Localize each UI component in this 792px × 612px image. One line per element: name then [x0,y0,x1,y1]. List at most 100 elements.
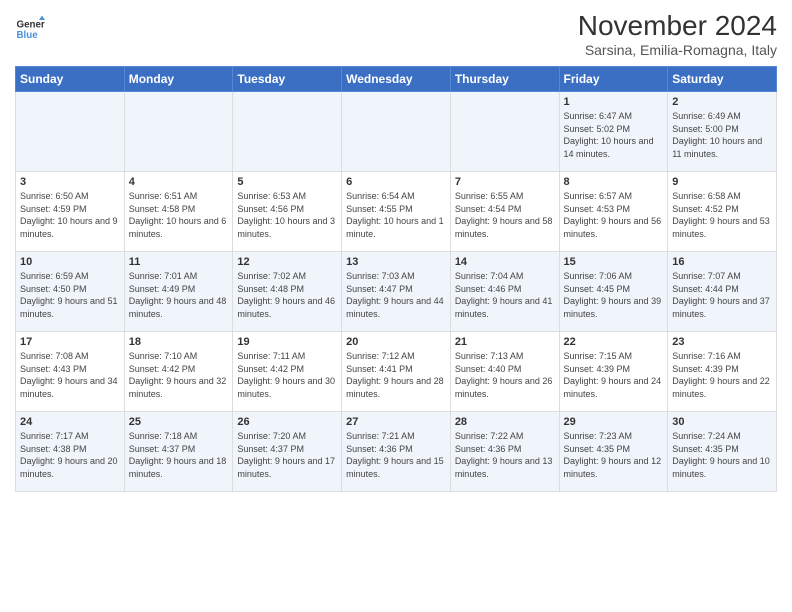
cell-4-2: 26 Sunrise: 7:20 AM Sunset: 4:37 PM Dayli… [233,412,342,492]
day-number-11: 11 [129,256,229,268]
cell-1-2: 5 Sunrise: 6:53 AM Sunset: 4:56 PM Daylig… [233,172,342,252]
day-info-5: Sunrise: 6:53 AM Sunset: 4:56 PM Dayligh… [237,190,337,240]
cell-0-2 [233,92,342,172]
cell-4-0: 24 Sunrise: 7:17 AM Sunset: 4:38 PM Dayli… [16,412,125,492]
cell-2-2: 12 Sunrise: 7:02 AM Sunset: 4:48 PM Dayli… [233,252,342,332]
week-row-4: 24 Sunrise: 7:17 AM Sunset: 4:38 PM Dayli… [16,412,777,492]
day-number-9: 9 [672,176,772,188]
day-info-13: Sunrise: 7:03 AM Sunset: 4:47 PM Dayligh… [346,270,446,320]
day-info-22: Sunrise: 7:15 AM Sunset: 4:39 PM Dayligh… [564,350,664,400]
cell-4-3: 27Sunrise: 7:21 AM Sunset: 4:36 PM Dayli… [342,412,451,492]
day-number-29: 29 [564,416,664,428]
header-thursday: Thursday [450,67,559,92]
day-info-7: Sunrise: 6:55 AM Sunset: 4:54 PM Dayligh… [455,190,555,240]
week-row-0: 1Sunrise: 6:47 AM Sunset: 5:02 PM Daylig… [16,92,777,172]
cell-0-3 [342,92,451,172]
day-number-4: 4 [129,176,229,188]
day-info-6: Sunrise: 6:54 AM Sunset: 4:55 PM Dayligh… [346,190,446,240]
cell-2-3: 13Sunrise: 7:03 AM Sunset: 4:47 PM Dayli… [342,252,451,332]
cell-0-5: 1Sunrise: 6:47 AM Sunset: 5:02 PM Daylig… [559,92,668,172]
day-info-9: Sunrise: 6:58 AM Sunset: 4:52 PM Dayligh… [672,190,772,240]
day-number-16: 16 [672,256,772,268]
cell-3-0: 17 Sunrise: 7:08 AM Sunset: 4:43 PM Dayli… [16,332,125,412]
header-friday: Friday [559,67,668,92]
header-monday: Monday [124,67,233,92]
calendar-body: 1Sunrise: 6:47 AM Sunset: 5:02 PM Daylig… [16,92,777,492]
day-number-30: 30 [672,416,772,428]
day-info-1: Sunrise: 6:47 AM Sunset: 5:02 PM Dayligh… [564,110,664,160]
day-info-30: Sunrise: 7:24 AM Sunset: 4:35 PM Dayligh… [672,430,772,480]
cell-1-5: 8 Sunrise: 6:57 AM Sunset: 4:53 PM Daylig… [559,172,668,252]
day-info-17: Sunrise: 7:08 AM Sunset: 4:43 PM Dayligh… [20,350,120,400]
cell-2-1: 11 Sunrise: 7:01 AM Sunset: 4:49 PM Dayli… [124,252,233,332]
cell-3-5: 22Sunrise: 7:15 AM Sunset: 4:39 PM Dayli… [559,332,668,412]
page-container: General Blue November 2024 Sarsina, Emil… [0,0,792,502]
cell-0-6: 2 Sunrise: 6:49 AM Sunset: 5:00 PM Daylig… [668,92,777,172]
cell-0-1 [124,92,233,172]
day-number-12: 12 [237,256,337,268]
day-info-18: Sunrise: 7:10 AM Sunset: 4:42 PM Dayligh… [129,350,229,400]
cell-3-2: 19 Sunrise: 7:11 AM Sunset: 4:42 PM Dayli… [233,332,342,412]
day-info-3: Sunrise: 6:50 AM Sunset: 4:59 PM Dayligh… [20,190,120,240]
day-number-5: 5 [237,176,337,188]
day-number-6: 6 [346,176,446,188]
cell-3-1: 18 Sunrise: 7:10 AM Sunset: 4:42 PM Dayli… [124,332,233,412]
day-info-25: Sunrise: 7:18 AM Sunset: 4:37 PM Dayligh… [129,430,229,480]
header-saturday: Saturday [668,67,777,92]
week-row-3: 17 Sunrise: 7:08 AM Sunset: 4:43 PM Dayli… [16,332,777,412]
day-info-23: Sunrise: 7:16 AM Sunset: 4:39 PM Dayligh… [672,350,772,400]
day-number-26: 26 [237,416,337,428]
calendar-header-row: Sunday Monday Tuesday Wednesday Thursday… [16,67,777,92]
day-number-19: 19 [237,336,337,348]
day-number-14: 14 [455,256,555,268]
day-number-24: 24 [20,416,120,428]
logo: General Blue [15,14,45,44]
day-number-15: 15 [564,256,664,268]
day-info-19: Sunrise: 7:11 AM Sunset: 4:42 PM Dayligh… [237,350,337,400]
subtitle: Sarsina, Emilia-Romagna, Italy [578,42,777,58]
cell-1-1: 4Sunrise: 6:51 AM Sunset: 4:58 PM Daylig… [124,172,233,252]
month-title: November 2024 [578,10,777,42]
header-tuesday: Tuesday [233,67,342,92]
day-info-12: Sunrise: 7:02 AM Sunset: 4:48 PM Dayligh… [237,270,337,320]
day-info-11: Sunrise: 7:01 AM Sunset: 4:49 PM Dayligh… [129,270,229,320]
day-number-3: 3 [20,176,120,188]
cell-2-6: 16 Sunrise: 7:07 AM Sunset: 4:44 PM Dayli… [668,252,777,332]
day-info-8: Sunrise: 6:57 AM Sunset: 4:53 PM Dayligh… [564,190,664,240]
day-number-8: 8 [564,176,664,188]
cell-3-4: 21Sunrise: 7:13 AM Sunset: 4:40 PM Dayli… [450,332,559,412]
week-row-1: 3 Sunrise: 6:50 AM Sunset: 4:59 PM Daylig… [16,172,777,252]
cell-0-4 [450,92,559,172]
logo-icon: General Blue [15,14,45,44]
day-number-28: 28 [455,416,555,428]
cell-1-6: 9 Sunrise: 6:58 AM Sunset: 4:52 PM Daylig… [668,172,777,252]
calendar-table: Sunday Monday Tuesday Wednesday Thursday… [15,66,777,492]
day-number-7: 7 [455,176,555,188]
day-info-2: Sunrise: 6:49 AM Sunset: 5:00 PM Dayligh… [672,110,772,160]
header-sunday: Sunday [16,67,125,92]
day-number-17: 17 [20,336,120,348]
cell-2-4: 14 Sunrise: 7:04 AM Sunset: 4:46 PM Dayli… [450,252,559,332]
week-row-2: 10Sunrise: 6:59 AM Sunset: 4:50 PM Dayli… [16,252,777,332]
cell-4-1: 25 Sunrise: 7:18 AM Sunset: 4:37 PM Dayli… [124,412,233,492]
cell-1-0: 3 Sunrise: 6:50 AM Sunset: 4:59 PM Daylig… [16,172,125,252]
header: General Blue November 2024 Sarsina, Emil… [15,10,777,58]
header-wednesday: Wednesday [342,67,451,92]
day-info-29: Sunrise: 7:23 AM Sunset: 4:35 PM Dayligh… [564,430,664,480]
day-info-24: Sunrise: 7:17 AM Sunset: 4:38 PM Dayligh… [20,430,120,480]
cell-4-4: 28Sunrise: 7:22 AM Sunset: 4:36 PM Dayli… [450,412,559,492]
day-number-18: 18 [129,336,229,348]
day-number-2: 2 [672,96,772,108]
day-info-14: Sunrise: 7:04 AM Sunset: 4:46 PM Dayligh… [455,270,555,320]
cell-0-0 [16,92,125,172]
cell-1-3: 6 Sunrise: 6:54 AM Sunset: 4:55 PM Daylig… [342,172,451,252]
svg-text:Blue: Blue [17,30,39,41]
cell-3-6: 23Sunrise: 7:16 AM Sunset: 4:39 PM Dayli… [668,332,777,412]
day-info-16: Sunrise: 7:07 AM Sunset: 4:44 PM Dayligh… [672,270,772,320]
day-number-20: 20 [346,336,446,348]
day-number-25: 25 [129,416,229,428]
day-info-26: Sunrise: 7:20 AM Sunset: 4:37 PM Dayligh… [237,430,337,480]
cell-4-6: 30 Sunrise: 7:24 AM Sunset: 4:35 PM Dayli… [668,412,777,492]
day-info-27: Sunrise: 7:21 AM Sunset: 4:36 PM Dayligh… [346,430,446,480]
day-info-21: Sunrise: 7:13 AM Sunset: 4:40 PM Dayligh… [455,350,555,400]
